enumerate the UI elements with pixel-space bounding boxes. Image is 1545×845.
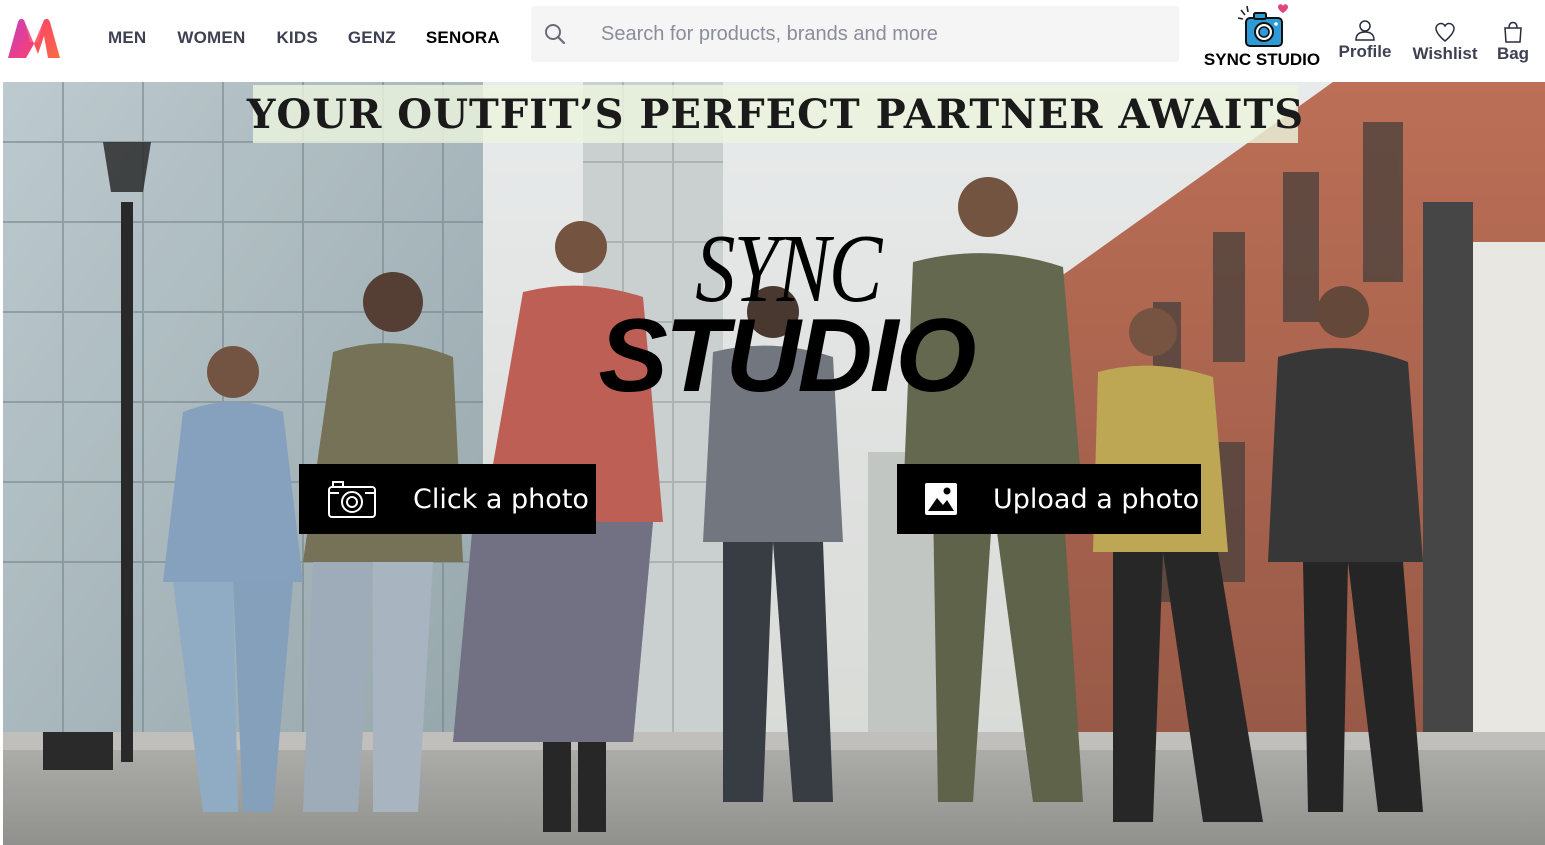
camera-icon [1237,4,1288,47]
sync-studio-button[interactable]: SYNC STUDIO [1200,2,1324,70]
search-icon[interactable] [543,22,567,46]
user-icon [1355,20,1375,41]
profile-label: Profile [1338,42,1392,61]
top-header: MEN WOMEN KIDS GENZ SENORA SYNC STUDIO [0,0,1545,82]
search-input[interactable] [601,22,1161,46]
camera-icon [328,481,376,518]
heart-icon [1435,22,1455,42]
click-photo-button[interactable]: Click a photo [299,464,596,534]
main-nav: MEN WOMEN KIDS GENZ SENORA [108,28,500,48]
image-icon [925,483,957,515]
wishlist-label: Wishlist [1412,44,1478,63]
upload-photo-label: Upload a photo [993,483,1200,515]
nav-kids[interactable]: KIDS [276,28,317,48]
bag-icon [1504,21,1522,43]
bag-label: Bag [1496,44,1530,63]
wishlist-button[interactable]: Wishlist [1410,20,1480,64]
nav-women[interactable]: WOMEN [177,28,245,48]
upload-photo-button[interactable]: Upload a photo [897,464,1201,534]
tagline-banner: YOUR OUTFIT’S PERFECT PARTNER AWAITS [247,85,1303,143]
hero-street-photo [3,82,1545,845]
click-photo-label: Click a photo [413,483,589,515]
hero-tagline: YOUR OUTFIT’S PERFECT PARTNER AWAITS [246,90,1305,138]
nav-genz[interactable]: GENZ [348,28,396,48]
bag-button[interactable]: Bag [1492,20,1534,64]
search-bar[interactable] [531,6,1179,62]
myntra-logo[interactable] [4,14,64,62]
sync-studio-logo-studio: STUDIO [598,298,977,414]
sync-studio-label: SYNC STUDIO [1203,50,1321,69]
nav-men[interactable]: MEN [108,28,146,48]
nav-senora[interactable]: SENORA [426,28,500,48]
sync-studio-hero: YOUR OUTFIT’S PERFECT PARTNER AWAITS SYN… [3,82,1545,845]
profile-button[interactable]: Profile [1334,18,1396,62]
